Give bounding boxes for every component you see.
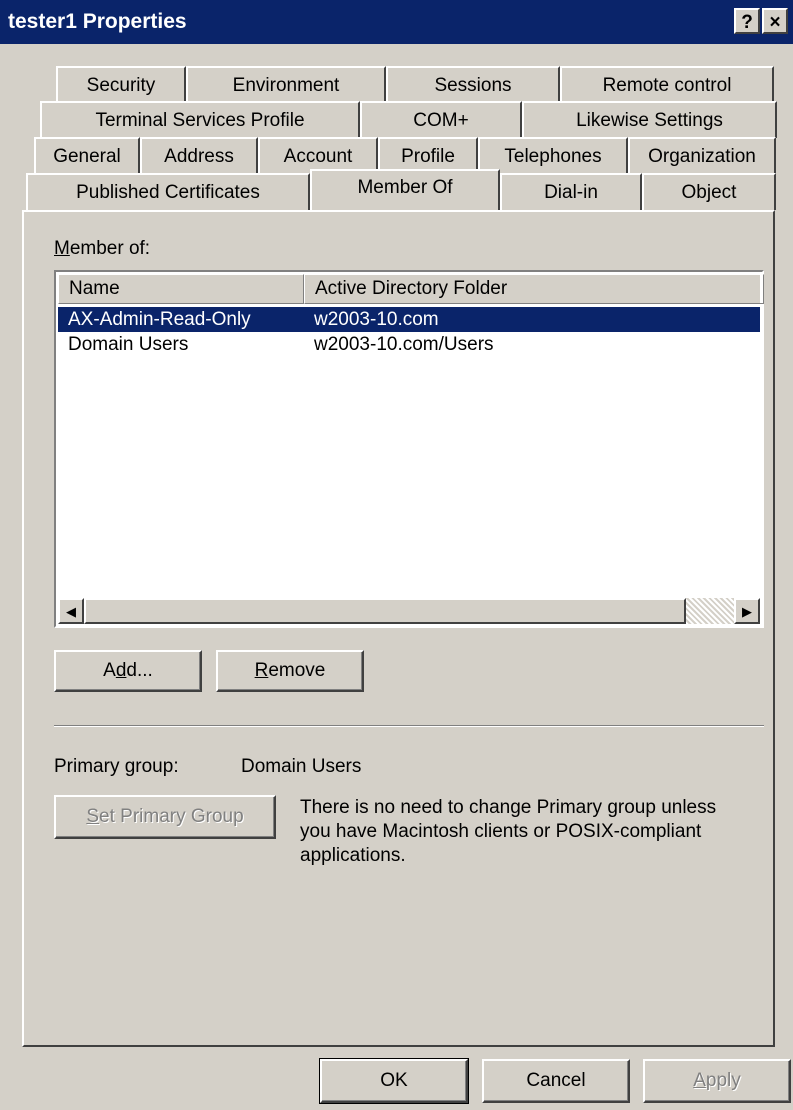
note-line: you have Macintosh clients or POSIX-comp…: [300, 821, 702, 842]
primary-group-value: Domain Users: [241, 756, 362, 777]
tab-object[interactable]: Object: [642, 173, 776, 210]
scroll-right-button[interactable]: ▶: [734, 598, 760, 624]
help-icon: ?: [741, 12, 753, 33]
tab-environment[interactable]: Environment: [186, 66, 386, 103]
group-name: AX-Admin-Read-Only: [68, 309, 251, 330]
ok-button[interactable]: OK: [319, 1058, 469, 1104]
list-item[interactable]: AX-Admin-Read-Only w2003-10.com: [58, 307, 760, 332]
scroll-left-button[interactable]: ◀: [58, 598, 84, 624]
close-icon: ×: [769, 12, 781, 33]
primary-group-note: There is no need to change Primary group…: [300, 796, 716, 868]
divider: [54, 725, 764, 727]
set-primary-group-button[interactable]: Set Primary Group: [54, 795, 276, 839]
list-item[interactable]: Domain Users w2003-10.com/Users: [58, 332, 760, 357]
group-name: Domain Users: [68, 334, 189, 355]
tab-security[interactable]: Security: [56, 66, 186, 103]
tab-telephones[interactable]: Telephones: [478, 137, 628, 174]
horizontal-scrollbar[interactable]: ◀ ▶: [58, 598, 760, 624]
member-of-label: Member of:: [54, 238, 151, 259]
primary-group-label: Primary group:: [54, 756, 179, 777]
group-folder: w2003-10.com/Users: [314, 334, 494, 355]
remove-button[interactable]: Remove: [216, 650, 364, 692]
member-of-list[interactable]: Name Active Directory Folder AX-Admin-Re…: [54, 270, 764, 628]
tab-published-certificates[interactable]: Published Certificates: [26, 173, 310, 210]
help-button[interactable]: ?: [734, 8, 760, 34]
tab-likewise-settings[interactable]: Likewise Settings: [522, 101, 777, 138]
tab-member-of[interactable]: Member Of: [310, 169, 500, 210]
cancel-button[interactable]: Cancel: [482, 1059, 630, 1103]
note-line: There is no need to change Primary group…: [300, 797, 717, 818]
title-bar: tester1 Properties ? ×: [0, 0, 793, 44]
close-button[interactable]: ×: [762, 8, 788, 34]
tab-dial-in[interactable]: Dial-in: [500, 173, 642, 210]
column-header-name[interactable]: Name: [58, 274, 304, 304]
arrow-left-icon: ◀: [66, 604, 76, 619]
tab-terminal-services-profile[interactable]: Terminal Services Profile: [40, 101, 360, 138]
group-folder: w2003-10.com: [314, 309, 439, 330]
tab-com-plus[interactable]: COM+: [360, 101, 522, 138]
tab-general[interactable]: General: [34, 137, 140, 174]
list-header: Name Active Directory Folder: [58, 274, 764, 304]
add-button[interactable]: Add...: [54, 650, 202, 692]
tab-sessions[interactable]: Sessions: [386, 66, 560, 103]
column-header-folder[interactable]: Active Directory Folder: [304, 274, 764, 304]
scroll-track[interactable]: [686, 598, 736, 624]
tab-remote-control[interactable]: Remote control: [560, 66, 774, 103]
note-line: applications.: [300, 845, 406, 866]
tab-address[interactable]: Address: [140, 137, 258, 174]
tab-organization[interactable]: Organization: [628, 137, 776, 174]
scroll-thumb[interactable]: [84, 598, 686, 624]
window-title: tester1 Properties: [8, 10, 187, 33]
arrow-right-icon: ▶: [742, 604, 752, 619]
apply-button[interactable]: Apply: [643, 1059, 791, 1103]
